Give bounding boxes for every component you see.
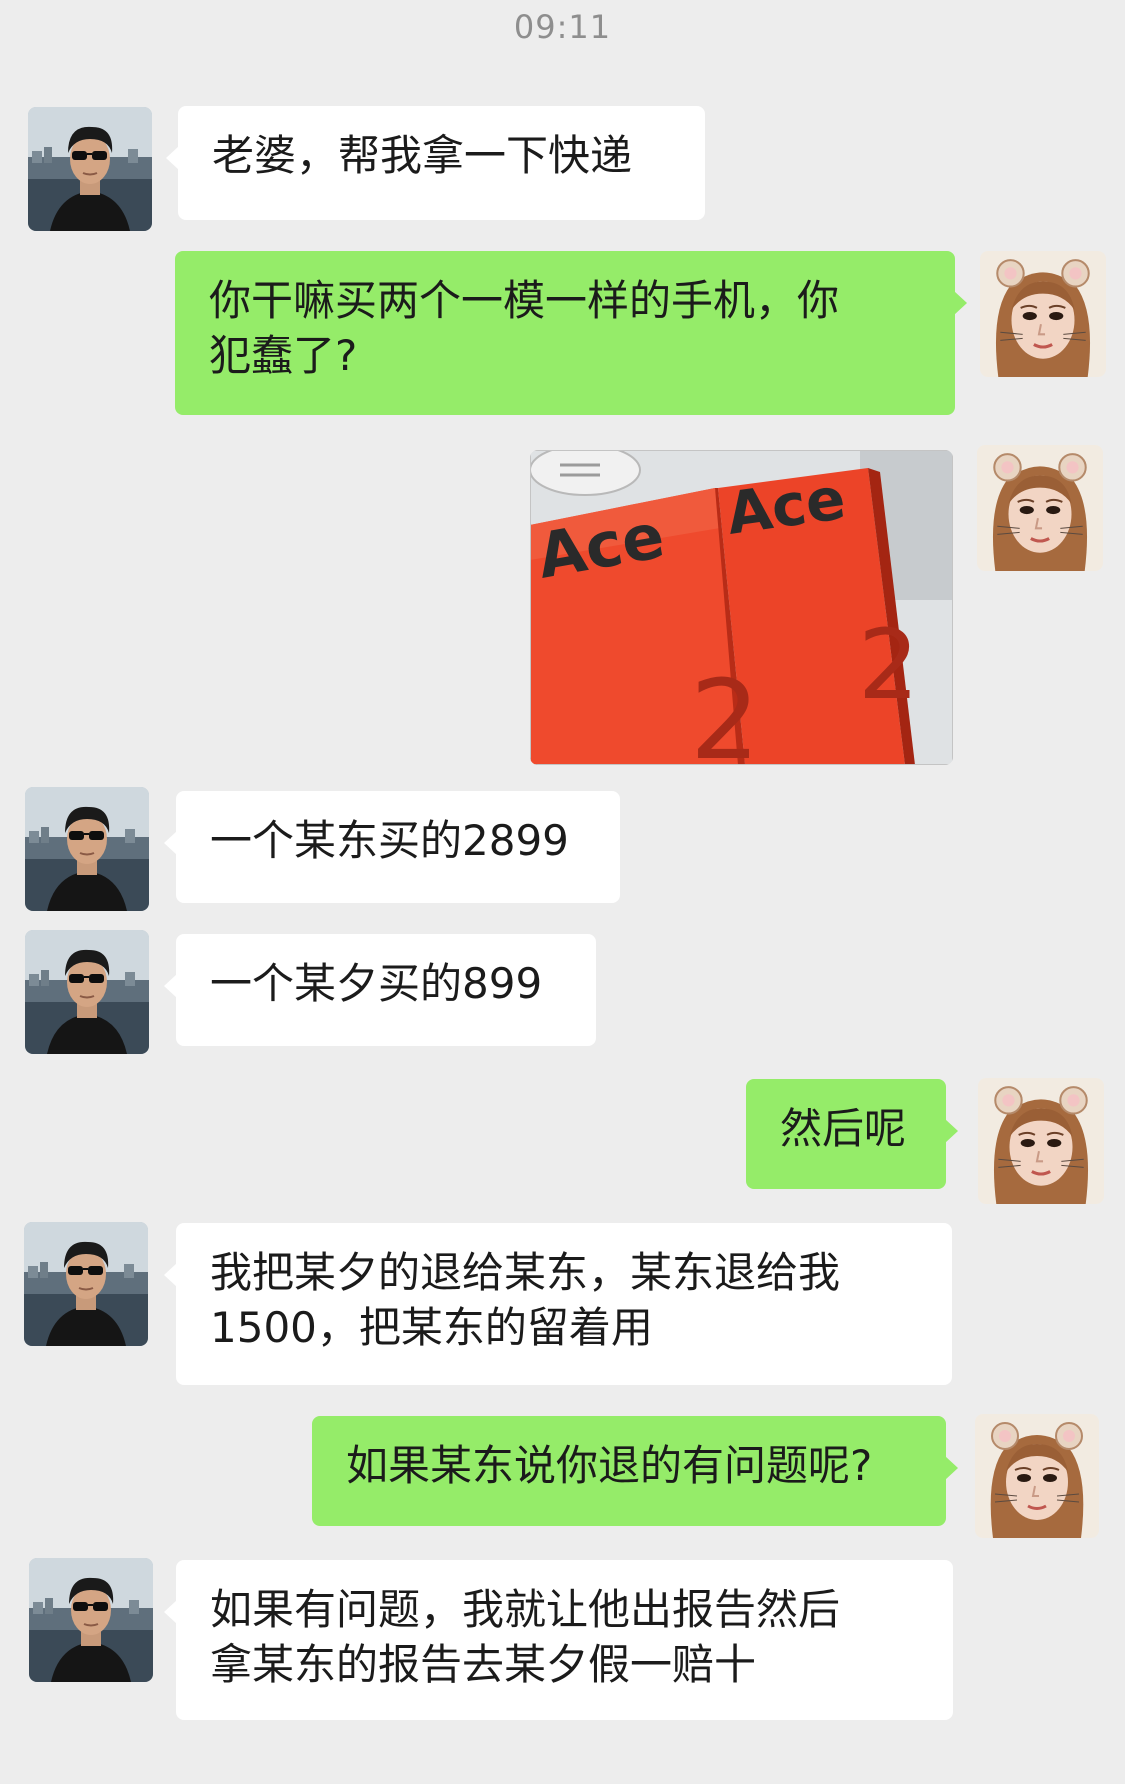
- message-bubble[interactable]: 一个某夕买的899: [164, 934, 596, 1046]
- message-bubble[interactable]: 如果某东说你退的有问题呢?: [312, 1416, 958, 1526]
- photo-message[interactable]: Ace Ace 2 2: [530, 450, 953, 765]
- wife-avatar-icon[interactable]: [980, 251, 1106, 377]
- wife-avatar-icon[interactable]: [975, 1414, 1099, 1538]
- message-bubble[interactable]: 一个某东买的2899: [164, 791, 620, 903]
- husband-avatar-icon[interactable]: [25, 787, 149, 911]
- husband-avatar-icon[interactable]: [28, 107, 152, 231]
- message-bubble[interactable]: 然后呢: [746, 1079, 958, 1189]
- husband-avatar-icon[interactable]: [29, 1558, 153, 1682]
- husband-avatar-icon[interactable]: [24, 1222, 148, 1346]
- message-bubble[interactable]: 我把某夕的退给某东，某东退给我 1500，把某东的留着用: [164, 1223, 952, 1385]
- box-left-number: 2: [690, 656, 760, 765]
- message-bubble[interactable]: 如果有问题，我就让他出报告然后 拿某东的报告去某夕假一赔十: [164, 1560, 953, 1720]
- wife-avatar-icon[interactable]: [977, 445, 1103, 571]
- timestamp: 09:11: [513, 8, 612, 46]
- wife-avatar-icon[interactable]: [978, 1078, 1104, 1204]
- message-bubble[interactable]: 老婆，帮我拿一下快递: [166, 106, 705, 220]
- phone-boxes-photo: Ace Ace 2 2: [530, 450, 953, 765]
- box-right-number: 2: [858, 609, 919, 721]
- husband-avatar-icon[interactable]: [25, 930, 149, 1054]
- message-bubble[interactable]: 你干嘛买两个一模一样的手机，你 犯蠢了?: [175, 251, 967, 415]
